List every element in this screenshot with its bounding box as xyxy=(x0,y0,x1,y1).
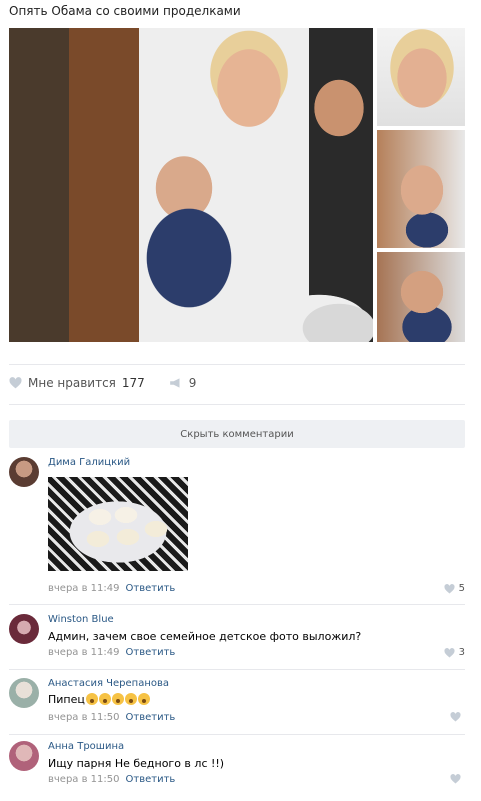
post-title: Опять Обама со своими проделками xyxy=(9,4,241,18)
comment-author[interactable]: Анна Трошина xyxy=(48,741,124,752)
reply-button[interactable]: Ответить xyxy=(126,583,176,594)
comment-author[interactable]: Анастасия Черепанова xyxy=(48,678,169,689)
comment-meta: вчера в 11:50 Ответить xyxy=(48,774,175,785)
divider xyxy=(9,734,465,735)
comment-text: Ищу парня Не бедного в лс !!) xyxy=(48,757,225,770)
comment-like-count: 5 xyxy=(458,583,465,594)
comment-text: Админ, зачем свое семейное детское фото … xyxy=(48,630,362,643)
comment-meta: вчера в 11:50 Ответить xyxy=(48,712,175,723)
reply-button[interactable]: Ответить xyxy=(126,647,176,658)
comment-text: Пипец xyxy=(48,693,150,706)
comment: Winston Blue Админ, зачем свое семейное … xyxy=(9,614,465,664)
avatar[interactable] xyxy=(9,678,39,708)
divider xyxy=(9,404,465,405)
divider xyxy=(9,669,465,670)
screaming-emoji-icon xyxy=(98,693,111,705)
comment-meta: вчера в 11:49 Ответить xyxy=(48,647,175,658)
share-button[interactable]: 9 xyxy=(145,376,197,390)
comment-meta: вчера в 11:49 Ответить xyxy=(48,583,175,594)
like-label: Мне нравится xyxy=(28,376,116,390)
comment-time[interactable]: вчера в 11:50 xyxy=(48,774,120,785)
reply-button[interactable]: Ответить xyxy=(126,712,176,723)
divider xyxy=(9,364,465,365)
comment: Анна Трошина Ищу парня Не бедного в лс !… xyxy=(9,741,465,791)
comment-author[interactable]: Winston Blue xyxy=(48,614,114,625)
reply-button[interactable]: Ответить xyxy=(126,774,176,785)
comment-time[interactable]: вчера в 11:50 xyxy=(48,712,120,723)
comment-like-count: 3 xyxy=(458,647,465,658)
megaphone-icon xyxy=(169,378,180,388)
screaming-emoji-icon xyxy=(137,693,150,705)
post-photo-4[interactable] xyxy=(377,252,465,342)
comment-time[interactable]: вчера в 11:49 xyxy=(48,647,120,658)
comment: Анастасия Черепанова Пипец вчера в 11:50… xyxy=(9,678,465,728)
hide-comments-button[interactable]: Скрыть комментарии xyxy=(9,420,465,448)
post-photo-3[interactable] xyxy=(377,130,465,248)
comment-text-content: Пипец xyxy=(48,693,85,706)
heart-icon xyxy=(450,712,461,722)
screaming-emoji-icon xyxy=(124,693,137,705)
share-count: 9 xyxy=(188,376,197,390)
heart-icon xyxy=(444,647,455,658)
avatar[interactable] xyxy=(9,457,39,487)
heart-icon xyxy=(444,583,455,594)
shocked-emoji-icon xyxy=(85,693,98,705)
heart-icon xyxy=(9,377,22,389)
comment-time[interactable]: вчера в 11:49 xyxy=(48,583,120,594)
post-actions: Мне нравится 177 9 xyxy=(9,376,196,390)
post-photo-main[interactable] xyxy=(9,28,373,342)
comment-like-button[interactable]: 5 xyxy=(444,583,465,594)
comment-author[interactable]: Дима Галицкий xyxy=(48,457,130,468)
avatar[interactable] xyxy=(9,741,39,771)
comment: Дима Галицкий вчера в 11:49 Ответить 5 xyxy=(9,457,465,597)
comment-like-button[interactable] xyxy=(450,774,465,784)
comment-like-button[interactable] xyxy=(450,712,465,722)
divider xyxy=(9,604,465,605)
screaming-emoji-icon xyxy=(111,693,124,705)
heart-icon xyxy=(450,774,461,784)
comment-photo[interactable] xyxy=(48,477,188,571)
comment-like-button[interactable]: 3 xyxy=(444,647,465,658)
post-photo-2[interactable] xyxy=(377,28,465,126)
like-count: 177 xyxy=(121,376,145,390)
like-button[interactable]: Мне нравится 177 xyxy=(9,376,145,390)
avatar[interactable] xyxy=(9,614,39,644)
